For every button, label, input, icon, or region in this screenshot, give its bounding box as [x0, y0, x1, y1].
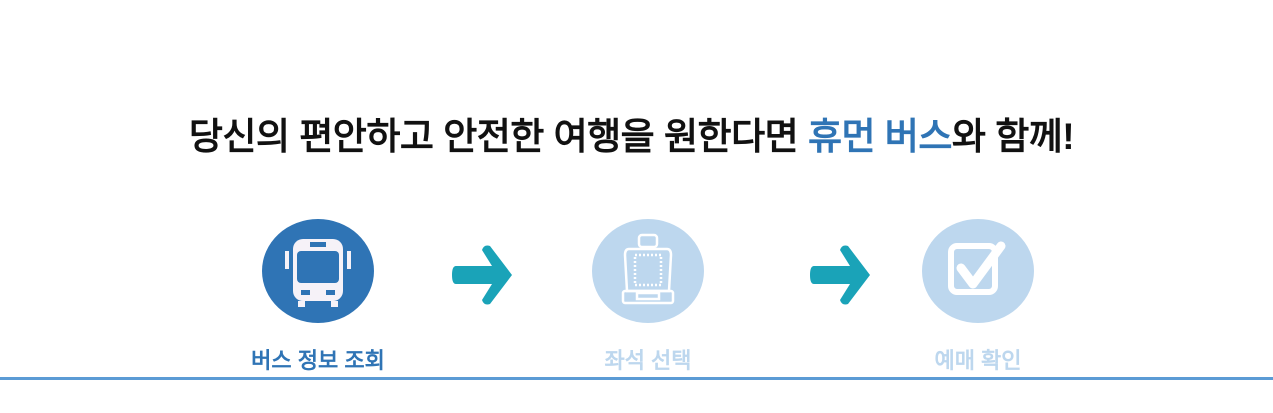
step-bus-info[interactable]: 버스 정보 조회	[251, 219, 385, 373]
headline-suffix: 와 함께!	[951, 116, 1075, 157]
step-seat-select[interactable]: 좌석 선택	[592, 219, 704, 373]
step-label: 버스 정보 조회	[251, 348, 385, 373]
headline-brand: 휴먼 버스	[807, 116, 952, 157]
seat-icon	[592, 219, 704, 323]
bus-icon	[262, 219, 374, 323]
step-booking-confirm[interactable]: 예매 확인	[922, 219, 1034, 373]
step-label: 좌석 선택	[604, 348, 692, 373]
checkbox-icon	[922, 219, 1034, 323]
headline-prefix: 당신의 편안하고 안전한 여행을 원한다면	[188, 116, 808, 157]
page-headline: 당신의 편안하고 안전한 여행을 원한다면 휴먼 버스와 함께!	[0, 106, 1263, 160]
step-label: 예매 확인	[934, 348, 1022, 373]
arrow-right-icon	[452, 245, 512, 305]
arrow-right-icon	[810, 245, 870, 305]
divider	[0, 377, 1273, 380]
